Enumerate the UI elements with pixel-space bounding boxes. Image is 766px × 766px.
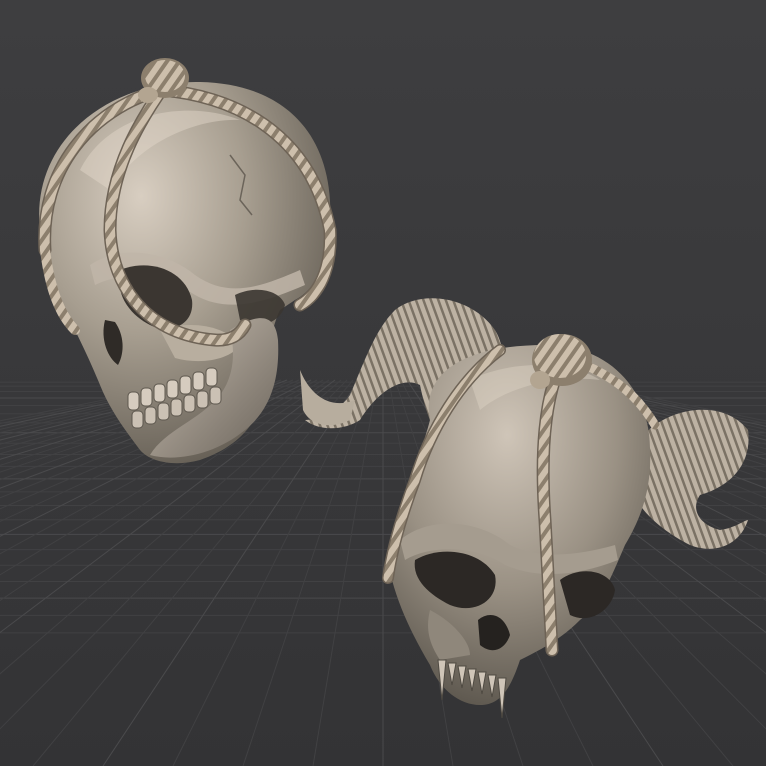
3d-viewport[interactable]	[0, 0, 766, 766]
tooth	[131, 410, 144, 429]
tooth	[192, 371, 205, 391]
tooth	[183, 394, 196, 413]
tooth	[127, 391, 140, 411]
tooth	[140, 387, 153, 407]
tooth	[166, 379, 179, 399]
tooth	[144, 406, 157, 425]
tooth	[153, 383, 166, 403]
tooth	[179, 375, 192, 395]
tooth	[157, 402, 170, 421]
tooth	[196, 390, 209, 409]
tooth	[205, 367, 218, 387]
sculpt-scene[interactable]	[0, 0, 766, 766]
tooth	[170, 398, 183, 417]
tooth	[209, 386, 222, 405]
